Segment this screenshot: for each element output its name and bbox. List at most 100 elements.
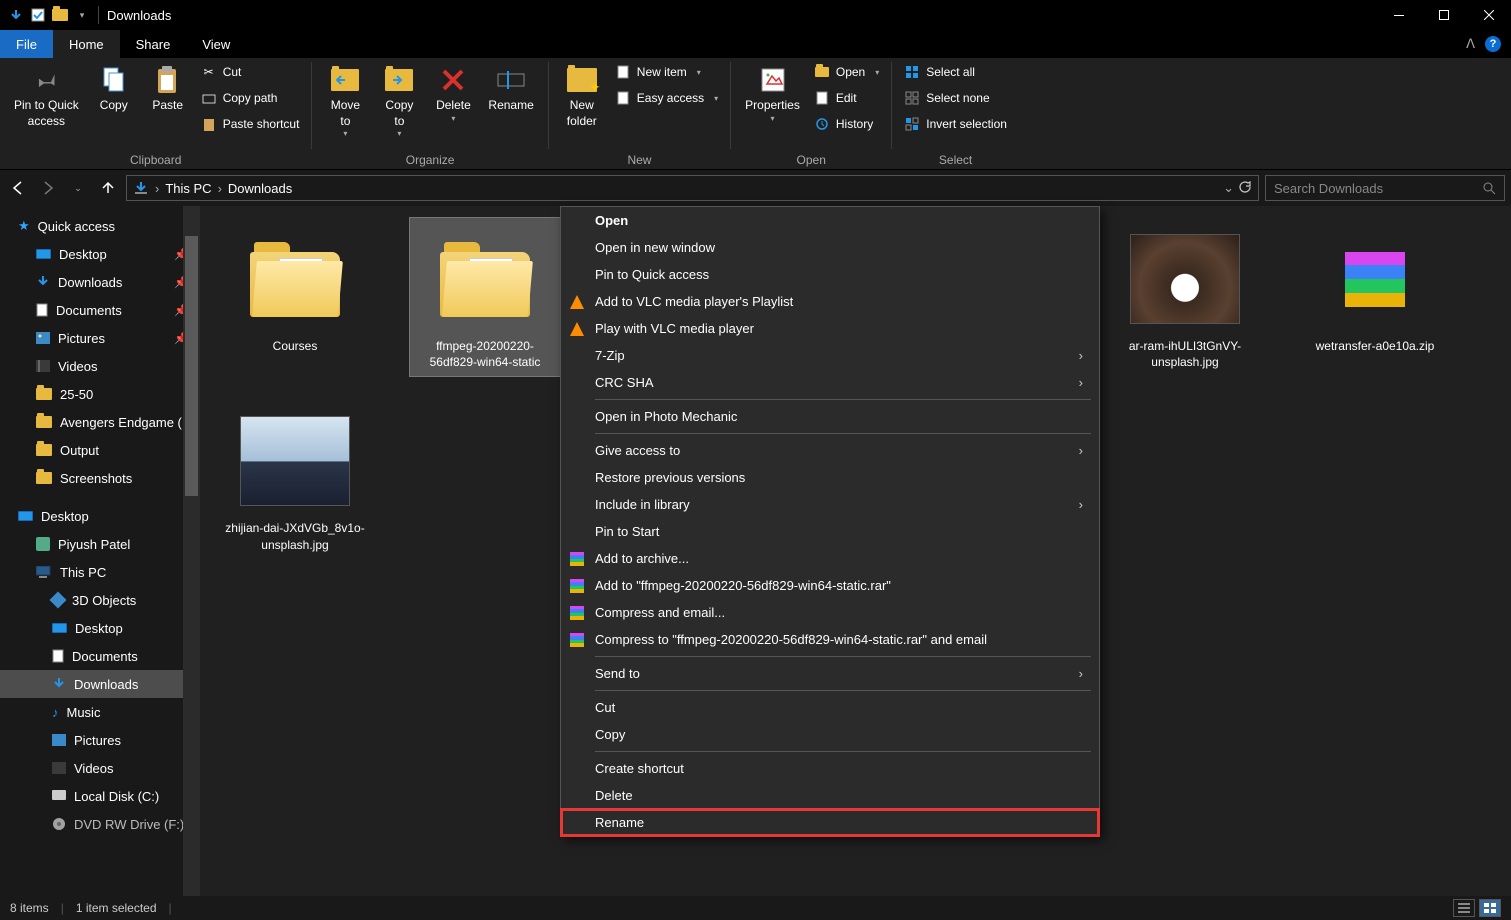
ctx-give-access[interactable]: Give access to› (561, 437, 1099, 464)
pin-quick-access-button[interactable]: Pin to Quick access (8, 60, 85, 133)
history-button[interactable]: History (810, 112, 883, 136)
sidebar-pc-documents[interactable]: Documents (0, 642, 200, 670)
paste-button[interactable]: Paste (143, 60, 193, 118)
ctx-compress-rar-email[interactable]: Compress to "ffmpeg-20200220-56df829-win… (561, 626, 1099, 653)
sidebar-user[interactable]: Piyush Patel (0, 530, 200, 558)
view-details-button[interactable] (1453, 899, 1475, 917)
refresh-icon[interactable] (1238, 180, 1252, 196)
open-button[interactable]: Open▾ (810, 60, 883, 84)
sidebar-pc-desktop[interactable]: Desktop (0, 614, 200, 642)
view-large-icons-button[interactable] (1479, 899, 1501, 917)
file-item-city[interactable]: zhijian-dai-JXdVGb_8v1o-unsplash.jpg (220, 400, 370, 558)
select-none-button[interactable]: Select none (900, 86, 1011, 110)
forward-button[interactable] (36, 176, 60, 200)
copy-to-button[interactable]: Copy to▾ (374, 60, 424, 144)
ctx-photo-mechanic[interactable]: Open in Photo Mechanic (561, 403, 1099, 430)
rename-button[interactable]: Rename (482, 60, 539, 118)
sidebar-this-pc[interactable]: This PC (0, 558, 200, 586)
sidebar-documents[interactable]: Documents📌 (0, 296, 200, 324)
ctx-add-rar[interactable]: Add to "ffmpeg-20200220-56df829-win64-st… (561, 572, 1099, 599)
address-dropdown-icon[interactable]: ⌄ (1223, 180, 1234, 196)
sidebar-screenshots[interactable]: Screenshots (0, 464, 200, 492)
sidebar-pc-music[interactable]: ♪Music (0, 698, 200, 726)
sidebar-disk-c[interactable]: Local Disk (C:) (0, 782, 200, 810)
recent-button[interactable]: ⌄ (66, 176, 90, 200)
ctx-add-archive[interactable]: Add to archive... (561, 545, 1099, 572)
ctx-pin-quick-access[interactable]: Pin to Quick access (561, 261, 1099, 288)
copy-button[interactable]: Copy (89, 60, 139, 118)
back-button[interactable] (6, 176, 30, 200)
tab-view[interactable]: View (186, 30, 246, 58)
sidebar-desktop[interactable]: Desktop📌 (0, 240, 200, 268)
sidebar-avengers[interactable]: Avengers Endgame ( (0, 408, 200, 436)
sidebar-pc-videos[interactable]: Videos (0, 754, 200, 782)
sidebar-desktop-tree[interactable]: Desktop (0, 502, 200, 530)
ctx-vlc-playlist[interactable]: Add to VLC media player's Playlist (561, 288, 1099, 315)
sidebar-videos[interactable]: Videos (0, 352, 200, 380)
copy-path-button[interactable]: Copy path (197, 86, 304, 110)
chevron-right-icon[interactable]: › (218, 181, 222, 196)
sidebar-25-50[interactable]: 25-50 (0, 380, 200, 408)
sidebar-quick-access[interactable]: ★Quick access (0, 212, 200, 240)
sidebar-scrollbar[interactable] (183, 206, 200, 896)
ctx-7zip[interactable]: 7-Zip› (561, 342, 1099, 369)
ctx-pin-start[interactable]: Pin to Start (561, 518, 1099, 545)
ctx-compress-email[interactable]: Compress and email... (561, 599, 1099, 626)
cut-button[interactable]: ✂Cut (197, 60, 304, 84)
file-item-ffmpeg[interactable]: ffmpeg-20200220-56df829-win64-static (410, 218, 560, 376)
tab-file[interactable]: File (0, 30, 53, 58)
breadcrumb-downloads[interactable]: Downloads (228, 181, 292, 196)
search-input[interactable]: Search Downloads (1265, 175, 1505, 201)
tab-home[interactable]: Home (53, 30, 120, 58)
move-to-button[interactable]: Move to▾ (320, 60, 370, 144)
file-item-courses[interactable]: Courses (220, 218, 370, 376)
up-button[interactable] (96, 176, 120, 200)
checkbox-icon[interactable] (30, 7, 46, 23)
close-button[interactable] (1466, 0, 1511, 30)
ctx-rename[interactable]: Rename (561, 809, 1099, 836)
collapse-ribbon-icon[interactable]: ᐱ (1466, 36, 1475, 52)
invert-selection-button[interactable]: Invert selection (900, 112, 1011, 136)
ctx-open[interactable]: Open (561, 207, 1099, 234)
ctx-restore-versions[interactable]: Restore previous versions (561, 464, 1099, 491)
ctx-create-shortcut[interactable]: Create shortcut (561, 755, 1099, 782)
sidebar-dvd[interactable]: DVD RW Drive (F:) (0, 810, 200, 838)
properties-button[interactable]: Properties▾ (739, 60, 806, 128)
down-arrow-icon[interactable] (8, 7, 24, 23)
qat-dropdown-icon[interactable]: ▾ (74, 7, 90, 23)
address-bar[interactable]: › This PC › Downloads ⌄ (126, 175, 1259, 201)
help-icon[interactable]: ? (1485, 36, 1501, 52)
ctx-include-library[interactable]: Include in library› (561, 491, 1099, 518)
scrollbar-thumb[interactable] (185, 236, 198, 496)
select-all-button[interactable]: Select all (900, 60, 1011, 84)
file-item-zip[interactable]: wetransfer-a0e10a.zip (1300, 218, 1450, 376)
ctx-vlc-play[interactable]: Play with VLC media player (561, 315, 1099, 342)
sidebar-output[interactable]: Output (0, 436, 200, 464)
sidebar-pictures[interactable]: Pictures📌 (0, 324, 200, 352)
tab-share[interactable]: Share (120, 30, 187, 58)
ctx-delete[interactable]: Delete (561, 782, 1099, 809)
content-area[interactable]: Courses ffmpeg-20200220-56df829-win64-st… (200, 206, 1511, 896)
ctx-cut[interactable]: Cut (561, 694, 1099, 721)
chevron-right-icon[interactable]: › (155, 181, 159, 196)
ctx-open-new-window[interactable]: Open in new window (561, 234, 1099, 261)
new-folder-button[interactable]: ✦New folder (557, 60, 607, 133)
new-item-button[interactable]: New item▾ (611, 60, 722, 84)
minimize-button[interactable] (1376, 0, 1421, 30)
videos-icon (36, 360, 50, 372)
edit-button[interactable]: Edit (810, 86, 883, 110)
sidebar-downloads[interactable]: Downloads📌 (0, 268, 200, 296)
delete-button[interactable]: Delete▾ (428, 60, 478, 128)
sidebar-pc-pictures[interactable]: Pictures (0, 726, 200, 754)
easy-access-button[interactable]: Easy access▾ (611, 86, 722, 110)
ctx-send-to[interactable]: Send to› (561, 660, 1099, 687)
sidebar-3d-objects[interactable]: 3D Objects (0, 586, 200, 614)
ctx-copy[interactable]: Copy (561, 721, 1099, 748)
breadcrumb-this-pc[interactable]: This PC (165, 181, 211, 196)
folder-icon[interactable] (52, 7, 68, 23)
file-item-arch[interactable]: ar-ram-ihULI3tGnVY-unsplash.jpg (1110, 218, 1260, 376)
paste-shortcut-button[interactable]: Paste shortcut (197, 112, 304, 136)
maximize-button[interactable] (1421, 0, 1466, 30)
sidebar-pc-downloads[interactable]: Downloads (0, 670, 200, 698)
ctx-crc-sha[interactable]: CRC SHA› (561, 369, 1099, 396)
